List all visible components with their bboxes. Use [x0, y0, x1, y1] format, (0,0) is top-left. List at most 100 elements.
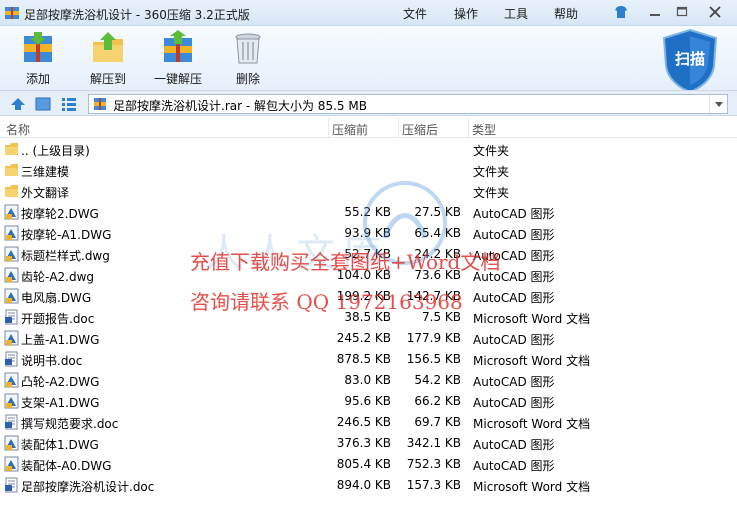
- autocad-file-icon: [4, 330, 19, 346]
- one-click-extract-label: 一键解压: [153, 72, 202, 86]
- chevron-down-icon: [715, 102, 723, 107]
- file-name: 外文翻译: [21, 186, 70, 200]
- extract-to-button[interactable]: 解压到: [84, 30, 132, 86]
- delete-label: 删除: [235, 72, 260, 86]
- file-type: Microsoft Word 文档: [473, 417, 591, 431]
- archive-path: 足部按摩洗浴机设计.rar - 解包大小为 85.5 MB: [113, 99, 367, 113]
- file-type: AutoCAD 图形: [473, 333, 555, 347]
- file-row[interactable]: .. (上级目录) 文件夹: [0, 139, 737, 160]
- autocad-file-icon: [4, 246, 19, 262]
- close-icon: [709, 6, 721, 18]
- file-row[interactable]: 说明书.doc 878.5 KB 156.5 KB Microsoft Word 文档: [0, 349, 737, 370]
- menu-help[interactable]: 帮助: [554, 5, 578, 22]
- file-name: 支架-A1.DWG: [21, 396, 100, 410]
- file-type: Microsoft Word 文档: [473, 312, 591, 326]
- file-name: 按摩轮2.DWG: [21, 207, 99, 221]
- menu-tools[interactable]: 工具: [504, 5, 528, 22]
- file-name: 装配体1.DWG: [21, 438, 99, 452]
- file-type: AutoCAD 图形: [473, 459, 555, 473]
- file-name: 装配体-A0.DWG: [21, 459, 112, 473]
- extract-to-label: 解压到: [89, 72, 126, 86]
- file-size: 894.0 KB: [336, 478, 391, 492]
- menu-file[interactable]: 文件: [403, 5, 427, 22]
- add-button[interactable]: 添加: [16, 30, 60, 86]
- app-logo-icon: [5, 7, 19, 19]
- column-packed[interactable]: 压缩后: [402, 121, 438, 138]
- column-divider[interactable]: [398, 118, 399, 138]
- maximize-button[interactable]: [672, 3, 692, 21]
- file-row[interactable]: 撰写规范要求.doc 246.5 KB 69.7 KB Microsoft Word …: [0, 412, 737, 433]
- minimize-icon: [650, 14, 660, 16]
- column-name[interactable]: 名称: [6, 121, 30, 138]
- menu-operation[interactable]: 操作: [454, 5, 478, 22]
- toolbar: 添加 解压到 一键解压 删除 扫描: [0, 26, 737, 94]
- file-name: 标题栏样式.dwg: [21, 249, 110, 263]
- file-type: AutoCAD 图形: [473, 375, 555, 389]
- column-divider[interactable]: [328, 118, 329, 138]
- watermark-line-1: 充值下载购买全套图纸+Word文档: [190, 250, 501, 274]
- add-label: 添加: [25, 72, 50, 86]
- minimize-button[interactable]: [645, 3, 665, 21]
- autocad-file-icon: [4, 225, 19, 241]
- file-type: AutoCAD 图形: [473, 207, 555, 221]
- file-type: Microsoft Word 文档: [473, 480, 591, 494]
- file-row[interactable]: 上盖-A1.DWG 245.2 KB 177.9 KB AutoCAD 图形: [0, 328, 737, 349]
- delete-button[interactable]: 删除: [228, 30, 268, 86]
- extract-to-icon: [93, 32, 123, 62]
- word-document-icon: [5, 414, 18, 430]
- scan-button[interactable]: 扫描: [660, 28, 720, 94]
- word-document-icon: [5, 477, 18, 493]
- title-bar: 足部按摩洗浴机设计 - 360压缩 3.2正式版 文件 操作 工具 帮助: [0, 0, 737, 26]
- word-document-icon: [5, 309, 18, 325]
- file-name: 电风扇.DWG: [21, 291, 92, 305]
- one-click-extract-button[interactable]: 一键解压: [150, 30, 206, 86]
- word-document-icon: [5, 351, 18, 367]
- file-size: 245.2 KB: [336, 331, 391, 345]
- list-view-icon[interactable]: [61, 96, 77, 112]
- file-packed-size: 66.2 KB: [414, 394, 461, 408]
- file-name: 足部按摩洗浴机设计.doc: [21, 480, 155, 494]
- scan-label: 扫描: [674, 50, 705, 68]
- trash-icon: [235, 33, 261, 64]
- file-type: AutoCAD 图形: [473, 228, 555, 242]
- file-packed-size: 752.3 KB: [406, 457, 461, 471]
- column-size[interactable]: 压缩前: [332, 121, 368, 138]
- tshirt-icon: [615, 6, 627, 18]
- file-type: 文件夹: [473, 144, 510, 158]
- file-name: .. (上级目录): [21, 144, 90, 158]
- file-size: 878.5 KB: [336, 352, 391, 366]
- file-size: 246.5 KB: [336, 415, 391, 429]
- file-packed-size: 54.2 KB: [414, 373, 461, 387]
- close-button[interactable]: [699, 3, 731, 21]
- column-header: 名称 压缩前 压缩后 类型: [0, 118, 737, 138]
- path-field[interactable]: 足部按摩洗浴机设计.rar - 解包大小为 85.5 MB: [88, 94, 728, 114]
- file-row[interactable]: 足部按摩洗浴机设计.doc 894.0 KB 157.3 KB Microsoft W…: [0, 475, 737, 496]
- autocad-file-icon: [4, 204, 19, 220]
- file-row[interactable]: 凸轮-A2.DWG 83.0 KB 54.2 KB AutoCAD 图形: [0, 370, 737, 391]
- path-dropdown[interactable]: [709, 95, 727, 113]
- folder-icon: [5, 185, 18, 197]
- file-type: Microsoft Word 文档: [473, 354, 591, 368]
- add-archive-icon: [24, 32, 52, 62]
- file-type: 文件夹: [473, 186, 510, 200]
- folder-icon: [5, 143, 18, 155]
- file-size: 95.6 KB: [344, 394, 391, 408]
- file-packed-size: 157.3 KB: [406, 478, 461, 492]
- file-row[interactable]: 支架-A1.DWG 95.6 KB 66.2 KB AutoCAD 图形: [0, 391, 737, 412]
- up-arrow-icon[interactable]: [10, 96, 26, 112]
- file-row[interactable]: 装配体-A0.DWG 805.4 KB 752.3 KB AutoCAD 图形: [0, 454, 737, 475]
- skin-button[interactable]: [611, 3, 631, 21]
- large-icon-view-icon[interactable]: [35, 96, 51, 112]
- autocad-file-icon: [4, 393, 19, 409]
- column-divider[interactable]: [468, 118, 469, 138]
- file-name: 齿轮-A2.dwg: [21, 270, 95, 284]
- file-name: 按摩轮-A1.DWG: [21, 228, 112, 242]
- folder-icon: [5, 164, 18, 176]
- one-click-extract-icon: [164, 30, 192, 62]
- address-bar: 足部按摩洗浴机设计.rar - 解包大小为 85.5 MB: [0, 90, 737, 116]
- column-type[interactable]: 类型: [472, 121, 496, 138]
- file-name: 开题报告.doc: [21, 312, 95, 326]
- file-name: 说明书.doc: [21, 354, 83, 368]
- file-row[interactable]: 装配体1.DWG 376.3 KB 342.1 KB AutoCAD 图形: [0, 433, 737, 454]
- file-size: 83.0 KB: [344, 373, 391, 387]
